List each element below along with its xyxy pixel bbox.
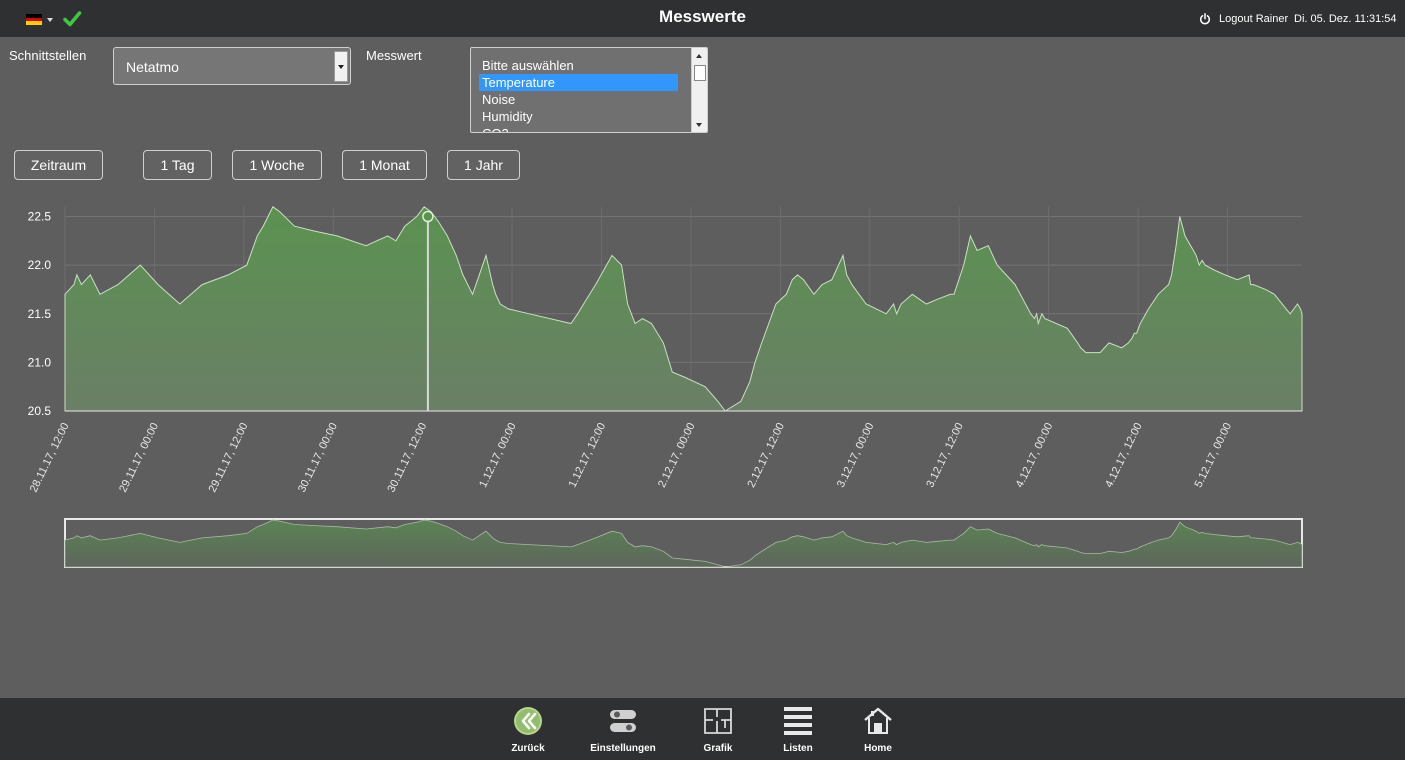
interfaces-label: Schnittstellen xyxy=(9,48,87,63)
x-tick-label: 4.12.17, 00:00 xyxy=(1014,421,1056,489)
x-tick-label: 29.11.17, 00:00 xyxy=(117,421,161,494)
week-range-button[interactable]: 1 Woche xyxy=(232,150,322,180)
measure-option[interactable]: Bitte auswählen xyxy=(479,57,678,74)
measure-option[interactable]: Noise xyxy=(479,91,678,108)
x-tick-label: 3.12.17, 00:00 xyxy=(835,421,877,489)
back-nav-button[interactable]: Zurück xyxy=(483,706,573,754)
listbox-scrollbar[interactable] xyxy=(691,48,707,132)
logout-link[interactable]: Logout Rainer xyxy=(1219,13,1288,25)
measure-listbox[interactable]: Bitte auswählen Temperature Noise Humidi… xyxy=(470,47,708,133)
home-nav-button[interactable]: Home xyxy=(833,706,923,754)
x-tick-label: 30.11.17, 12:00 xyxy=(385,421,429,494)
x-tick-label: 3.12.17, 12:00 xyxy=(924,421,966,489)
x-tick-label: 30.11.17, 00:00 xyxy=(296,421,340,494)
temperature-chart[interactable]: 20.5 21.0 21.5 22.0 22.5 28.11.17, 12:00 29.1… xyxy=(0,195,1405,575)
back-nav-label: Zurück xyxy=(511,743,545,754)
day-range-button[interactable]: 1 Tag xyxy=(143,150,212,180)
custom-range-button[interactable]: Zeitraum xyxy=(14,150,103,180)
x-tick-label: 2.12.17, 00:00 xyxy=(656,421,698,489)
interface-select-value: Netatmo xyxy=(126,59,179,75)
lists-nav-button[interactable]: Listen xyxy=(753,706,843,754)
x-tick-label: 1.12.17, 12:00 xyxy=(567,421,609,489)
toggles-icon xyxy=(610,710,636,732)
scroll-up-icon[interactable] xyxy=(696,54,702,58)
page-title: Messwerte xyxy=(659,7,746,26)
home-nav-label: Home xyxy=(864,743,892,754)
bottom-nav-bar: Zurück Einstellungen Grafik Listen Home xyxy=(0,698,1405,760)
scrollbar-thumb[interactable] xyxy=(694,65,706,81)
y-tick-label: 20.5 xyxy=(28,404,52,418)
x-tick-label: 28.11.17, 12:00 xyxy=(28,421,72,494)
x-tick-label: 2.12.17, 12:00 xyxy=(745,421,787,489)
settings-nav-button[interactable]: Einstellungen xyxy=(578,706,668,754)
top-bar: Messwerte Logout Rainer Di. 05. Dez. 11:… xyxy=(0,0,1405,37)
x-tick-label: 5.12.17, 00:00 xyxy=(1193,421,1235,489)
measure-option[interactable]: Humidity xyxy=(479,108,678,125)
navigator-series xyxy=(64,519,1303,568)
y-tick-label: 21.0 xyxy=(28,355,52,369)
graphic-nav-label: Grafik xyxy=(703,743,733,754)
y-tick-label: 21.5 xyxy=(28,307,52,321)
floorplan-icon xyxy=(704,708,732,734)
interface-select[interactable]: Netatmo xyxy=(113,47,351,85)
scroll-down-icon[interactable] xyxy=(696,123,702,127)
year-range-button[interactable]: 1 Jahr xyxy=(447,150,520,180)
x-tick-label: 1.12.17, 00:00 xyxy=(477,421,519,489)
home-icon xyxy=(864,707,892,734)
temperature-area-series[interactable] xyxy=(64,206,1303,412)
measure-option[interactable]: CO2 xyxy=(479,125,678,132)
settings-nav-label: Einstellungen xyxy=(590,743,656,754)
x-tick-label: 4.12.17, 12:00 xyxy=(1103,421,1145,489)
y-tick-label: 22.0 xyxy=(28,258,52,272)
back-icon xyxy=(514,707,542,735)
measure-option-selected[interactable]: Temperature xyxy=(479,74,678,91)
measure-label: Messwert xyxy=(366,48,422,63)
power-icon[interactable] xyxy=(1199,13,1211,25)
lists-nav-label: Listen xyxy=(783,743,813,754)
x-tick-label: 29.11.17, 12:00 xyxy=(207,421,251,494)
y-tick-label: 22.5 xyxy=(28,210,52,224)
list-icon xyxy=(784,707,812,735)
chevron-down-icon[interactable] xyxy=(334,51,348,82)
cursor-marker xyxy=(422,210,434,223)
datetime-display: Di. 05. Dez. 11:31:54 xyxy=(1294,13,1397,25)
graphic-nav-button[interactable]: Grafik xyxy=(673,706,763,754)
month-range-button[interactable]: 1 Monat xyxy=(342,150,427,180)
